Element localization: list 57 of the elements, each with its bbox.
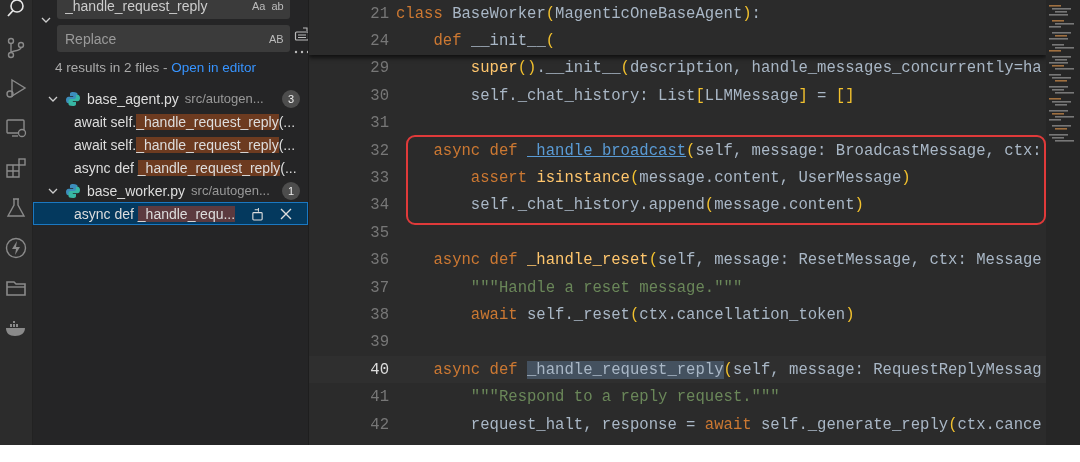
code-line: self._chat_history.append(message.content) — [469, 196, 864, 215]
flask-icon[interactable] — [4, 196, 28, 220]
match-count-badge: 1 — [282, 181, 300, 200]
file-path: src/autogen... — [184, 91, 265, 106]
open-in-editor-link[interactable]: Open in editor — [171, 60, 257, 75]
more-icon[interactable] — [293, 50, 308, 54]
line-number: 37 — [369, 278, 390, 297]
search-result[interactable]: async def _handle_requ... — [33, 202, 308, 225]
line-number: 21 — [369, 4, 390, 23]
code-line: assert isinstance(message.content, UserMessage) — [469, 169, 911, 188]
match-count-badge: 3 — [282, 89, 300, 108]
file-path: src/autogen... — [191, 183, 271, 198]
code-line: def __init__( — [432, 32, 556, 51]
line-number: 33 — [369, 169, 390, 188]
results-summary: 4 results in 2 files - — [55, 60, 169, 75]
file-name[interactable]: base_worker.py — [87, 182, 186, 199]
line-number: 40 — [369, 360, 390, 379]
search-result[interactable]: await self._handle_request_reply(... — [33, 133, 308, 156]
replace-field[interactable]: Replace AB — [57, 25, 290, 52]
line-number: 30 — [369, 86, 390, 105]
line-number: 34 — [369, 196, 390, 215]
python-file-icon — [65, 90, 81, 107]
play-bug-icon[interactable] — [4, 76, 28, 100]
line-number: 24 — [369, 32, 390, 51]
line-number: 38 — [369, 306, 390, 324]
code-line: """Handle a reset message.""" — [469, 278, 743, 297]
line-number: 32 — [369, 141, 390, 160]
line-number: 36 — [369, 251, 390, 270]
line-number: 35 — [369, 223, 390, 242]
line-number: 42 — [369, 415, 390, 434]
replace-icon[interactable] — [251, 206, 265, 221]
code-line: async def _handle_broadcast(self, message: BroadcastMessage, ctx: — [432, 141, 1042, 160]
code-line: class BaseWorker(MagenticOneBaseAgent): — [395, 4, 761, 23]
search-option[interactable]: ab — [271, 0, 284, 12]
file-name[interactable]: base_agent.py — [87, 90, 179, 107]
line-number: 29 — [369, 59, 390, 78]
replace-all-icon[interactable] — [293, 26, 308, 42]
line-number: 39 — [369, 333, 390, 352]
monitor-icon[interactable] — [4, 116, 28, 140]
search-option[interactable]: Aa — [252, 0, 266, 12]
line-number: 31 — [369, 114, 390, 133]
code-line: super().__init__(description, handle_messages_concurrently=ha — [469, 59, 1042, 78]
blocks-icon[interactable] — [4, 156, 28, 180]
search-result[interactable]: async def _handle_request_reply(... — [33, 156, 308, 179]
code-line: """Respond to a reply request.""" — [469, 388, 780, 407]
python-file-icon — [65, 182, 81, 199]
line-number: 41 — [369, 388, 390, 407]
code-line: await self._reset(ctx.cancellation_token) — [469, 306, 855, 324]
search-field[interactable]: _handle_request_reply Aa ab — [57, 0, 290, 19]
preserve-case-toggle[interactable]: AB — [269, 32, 284, 45]
search-result[interactable]: await self._handle_request_reply(... — [33, 110, 308, 133]
code-line: async def _handle_request_reply(self, message: RequestReplyMessag — [432, 360, 1042, 379]
code-line: request_halt, response = await self._generate_reply(ctx.cance — [469, 415, 1042, 434]
lightning-icon[interactable] — [4, 236, 28, 260]
code-line: self._chat_history: List[LLMMessage] = [] — [469, 86, 855, 105]
close-icon[interactable] — [280, 207, 293, 220]
code-line: async def _handle_reset(self, message: ResetMessage, ctx: Message — [432, 251, 1042, 270]
